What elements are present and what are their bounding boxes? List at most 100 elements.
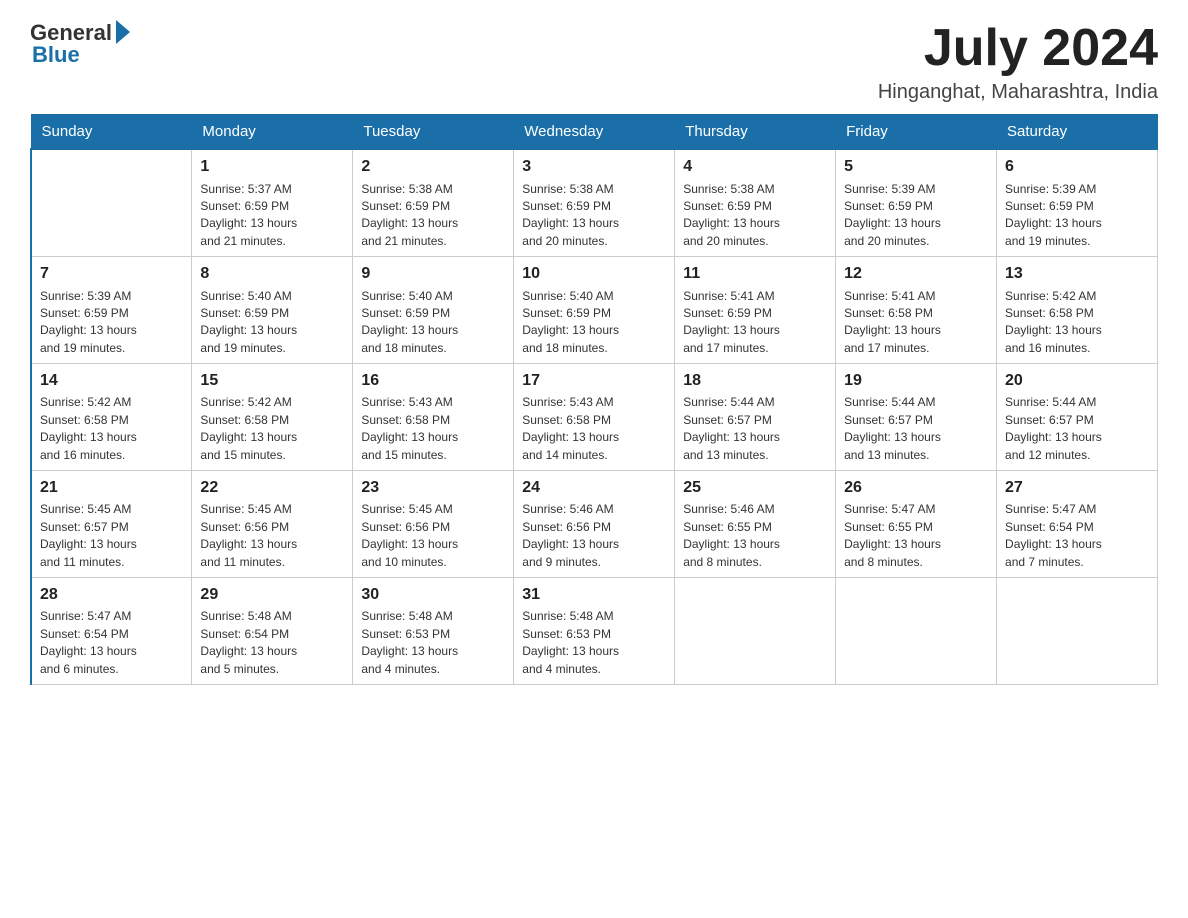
- day-info: Sunrise: 5:39 AM Sunset: 6:59 PM Dayligh…: [40, 288, 183, 358]
- week-row-3: 14Sunrise: 5:42 AM Sunset: 6:58 PM Dayli…: [31, 364, 1158, 471]
- day-info: Sunrise: 5:37 AM Sunset: 6:59 PM Dayligh…: [200, 181, 344, 251]
- day-number: 9: [361, 263, 505, 285]
- calendar-cell: 5 Sunrise: 5:39 AM Sunset: 6:59 PM Daylig…: [836, 149, 997, 256]
- day-number: 19: [844, 370, 988, 392]
- day-info: Sunrise: 5:38 AM Sunset: 6:59 PM Dayligh…: [683, 181, 827, 251]
- day-number: 1: [200, 156, 344, 178]
- title-block: July 2024 Hinganghat, Maharashtra, India: [878, 20, 1158, 104]
- day-number: 30: [361, 584, 505, 606]
- day-info: Sunrise: 5:42 AM Sunset: 6:58 PM Dayligh…: [200, 394, 344, 464]
- day-info: Sunrise: 5:43 AM Sunset: 6:58 PM Dayligh…: [361, 394, 505, 464]
- header-cell-wednesday: Wednesday: [514, 115, 675, 150]
- header-cell-friday: Friday: [836, 115, 997, 150]
- calendar-cell: 4 Sunrise: 5:38 AM Sunset: 6:59 PM Daylig…: [675, 149, 836, 256]
- calendar-cell: 23Sunrise: 5:45 AM Sunset: 6:56 PM Dayli…: [353, 471, 514, 578]
- header-cell-sunday: Sunday: [31, 115, 192, 150]
- calendar-cell: 16Sunrise: 5:43 AM Sunset: 6:58 PM Dayli…: [353, 364, 514, 471]
- day-info: Sunrise: 5:44 AM Sunset: 6:57 PM Dayligh…: [683, 394, 827, 464]
- day-number: 7: [40, 263, 183, 285]
- calendar-cell: 21Sunrise: 5:45 AM Sunset: 6:57 PM Dayli…: [31, 471, 192, 578]
- day-info: Sunrise: 5:47 AM Sunset: 6:54 PM Dayligh…: [1005, 501, 1149, 571]
- day-number: 23: [361, 477, 505, 499]
- day-info: Sunrise: 5:45 AM Sunset: 6:56 PM Dayligh…: [361, 501, 505, 571]
- calendar-cell: 2Sunrise: 5:38 AM Sunset: 6:59 PM Daylig…: [353, 149, 514, 256]
- page-header: General Blue July 2024 Hinganghat, Mahar…: [30, 20, 1158, 104]
- calendar-table: SundayMondayTuesdayWednesdayThursdayFrid…: [30, 114, 1158, 685]
- header-cell-saturday: Saturday: [997, 115, 1158, 150]
- calendar-cell: 12 Sunrise: 5:41 AM Sunset: 6:58 PM Dayli…: [836, 257, 997, 364]
- calendar-cell: 25Sunrise: 5:46 AM Sunset: 6:55 PM Dayli…: [675, 471, 836, 578]
- calendar-cell: 7 Sunrise: 5:39 AM Sunset: 6:59 PM Daylig…: [31, 257, 192, 364]
- header-row: SundayMondayTuesdayWednesdayThursdayFrid…: [31, 115, 1158, 150]
- day-info: Sunrise: 5:46 AM Sunset: 6:55 PM Dayligh…: [683, 501, 827, 571]
- day-info: Sunrise: 5:44 AM Sunset: 6:57 PM Dayligh…: [844, 394, 988, 464]
- day-number: 15: [200, 370, 344, 392]
- day-info: Sunrise: 5:47 AM Sunset: 6:55 PM Dayligh…: [844, 501, 988, 571]
- calendar-cell: 6 Sunrise: 5:39 AM Sunset: 6:59 PM Daylig…: [997, 149, 1158, 256]
- logo: General Blue: [30, 20, 130, 68]
- week-row-4: 21Sunrise: 5:45 AM Sunset: 6:57 PM Dayli…: [31, 471, 1158, 578]
- day-info: Sunrise: 5:40 AM Sunset: 6:59 PM Dayligh…: [361, 288, 505, 358]
- logo-arrow-icon: [116, 20, 130, 44]
- calendar-cell: 17Sunrise: 5:43 AM Sunset: 6:58 PM Dayli…: [514, 364, 675, 471]
- day-info: Sunrise: 5:45 AM Sunset: 6:56 PM Dayligh…: [200, 501, 344, 571]
- day-info: Sunrise: 5:39 AM Sunset: 6:59 PM Dayligh…: [844, 181, 988, 251]
- day-info: Sunrise: 5:43 AM Sunset: 6:58 PM Dayligh…: [522, 394, 666, 464]
- calendar-cell: [675, 578, 836, 685]
- calendar-cell: 28Sunrise: 5:47 AM Sunset: 6:54 PM Dayli…: [31, 578, 192, 685]
- day-number: 31: [522, 584, 666, 606]
- day-number: 6: [1005, 156, 1149, 178]
- calendar-cell: [31, 149, 192, 256]
- calendar-cell: 24Sunrise: 5:46 AM Sunset: 6:56 PM Dayli…: [514, 471, 675, 578]
- calendar-cell: 3Sunrise: 5:38 AM Sunset: 6:59 PM Daylig…: [514, 149, 675, 256]
- day-info: Sunrise: 5:44 AM Sunset: 6:57 PM Dayligh…: [1005, 394, 1149, 464]
- day-number: 24: [522, 477, 666, 499]
- day-info: Sunrise: 5:38 AM Sunset: 6:59 PM Dayligh…: [522, 181, 666, 251]
- day-info: Sunrise: 5:48 AM Sunset: 6:53 PM Dayligh…: [522, 608, 666, 678]
- calendar-cell: 29Sunrise: 5:48 AM Sunset: 6:54 PM Dayli…: [192, 578, 353, 685]
- calendar-cell: 31Sunrise: 5:48 AM Sunset: 6:53 PM Dayli…: [514, 578, 675, 685]
- day-info: Sunrise: 5:48 AM Sunset: 6:53 PM Dayligh…: [361, 608, 505, 678]
- header-cell-tuesday: Tuesday: [353, 115, 514, 150]
- day-info: Sunrise: 5:40 AM Sunset: 6:59 PM Dayligh…: [522, 288, 666, 358]
- day-number: 25: [683, 477, 827, 499]
- logo-blue-text: Blue: [32, 42, 80, 68]
- calendar-cell: 27Sunrise: 5:47 AM Sunset: 6:54 PM Dayli…: [997, 471, 1158, 578]
- calendar-cell: 22Sunrise: 5:45 AM Sunset: 6:56 PM Dayli…: [192, 471, 353, 578]
- day-info: Sunrise: 5:40 AM Sunset: 6:59 PM Dayligh…: [200, 288, 344, 358]
- day-number: 12: [844, 263, 988, 285]
- day-number: 29: [200, 584, 344, 606]
- calendar-cell: 30Sunrise: 5:48 AM Sunset: 6:53 PM Dayli…: [353, 578, 514, 685]
- calendar-cell: 11Sunrise: 5:41 AM Sunset: 6:59 PM Dayli…: [675, 257, 836, 364]
- day-info: Sunrise: 5:42 AM Sunset: 6:58 PM Dayligh…: [1005, 288, 1149, 358]
- header-cell-thursday: Thursday: [675, 115, 836, 150]
- day-info: Sunrise: 5:39 AM Sunset: 6:59 PM Dayligh…: [1005, 181, 1149, 251]
- day-number: 27: [1005, 477, 1149, 499]
- calendar-header: SundayMondayTuesdayWednesdayThursdayFrid…: [31, 115, 1158, 150]
- day-number: 21: [40, 477, 183, 499]
- day-info: Sunrise: 5:45 AM Sunset: 6:57 PM Dayligh…: [40, 501, 183, 571]
- day-number: 10: [522, 263, 666, 285]
- day-number: 14: [40, 370, 183, 392]
- calendar-body: 1 Sunrise: 5:37 AM Sunset: 6:59 PM Daylig…: [31, 149, 1158, 684]
- day-number: 5: [844, 156, 988, 178]
- day-number: 22: [200, 477, 344, 499]
- day-number: 17: [522, 370, 666, 392]
- calendar-cell: 14Sunrise: 5:42 AM Sunset: 6:58 PM Dayli…: [31, 364, 192, 471]
- day-number: 4: [683, 156, 827, 178]
- day-number: 20: [1005, 370, 1149, 392]
- day-info: Sunrise: 5:47 AM Sunset: 6:54 PM Dayligh…: [40, 608, 183, 678]
- header-cell-monday: Monday: [192, 115, 353, 150]
- day-info: Sunrise: 5:41 AM Sunset: 6:59 PM Dayligh…: [683, 288, 827, 358]
- day-info: Sunrise: 5:42 AM Sunset: 6:58 PM Dayligh…: [40, 394, 183, 464]
- calendar-cell: 1 Sunrise: 5:37 AM Sunset: 6:59 PM Daylig…: [192, 149, 353, 256]
- week-row-1: 1 Sunrise: 5:37 AM Sunset: 6:59 PM Daylig…: [31, 149, 1158, 256]
- calendar-cell: 8 Sunrise: 5:40 AM Sunset: 6:59 PM Daylig…: [192, 257, 353, 364]
- day-number: 2: [361, 156, 505, 178]
- week-row-2: 7 Sunrise: 5:39 AM Sunset: 6:59 PM Daylig…: [31, 257, 1158, 364]
- day-number: 28: [40, 584, 183, 606]
- day-info: Sunrise: 5:41 AM Sunset: 6:58 PM Dayligh…: [844, 288, 988, 358]
- location-subtitle: Hinganghat, Maharashtra, India: [878, 81, 1158, 104]
- day-number: 8: [200, 263, 344, 285]
- calendar-cell: 19Sunrise: 5:44 AM Sunset: 6:57 PM Dayli…: [836, 364, 997, 471]
